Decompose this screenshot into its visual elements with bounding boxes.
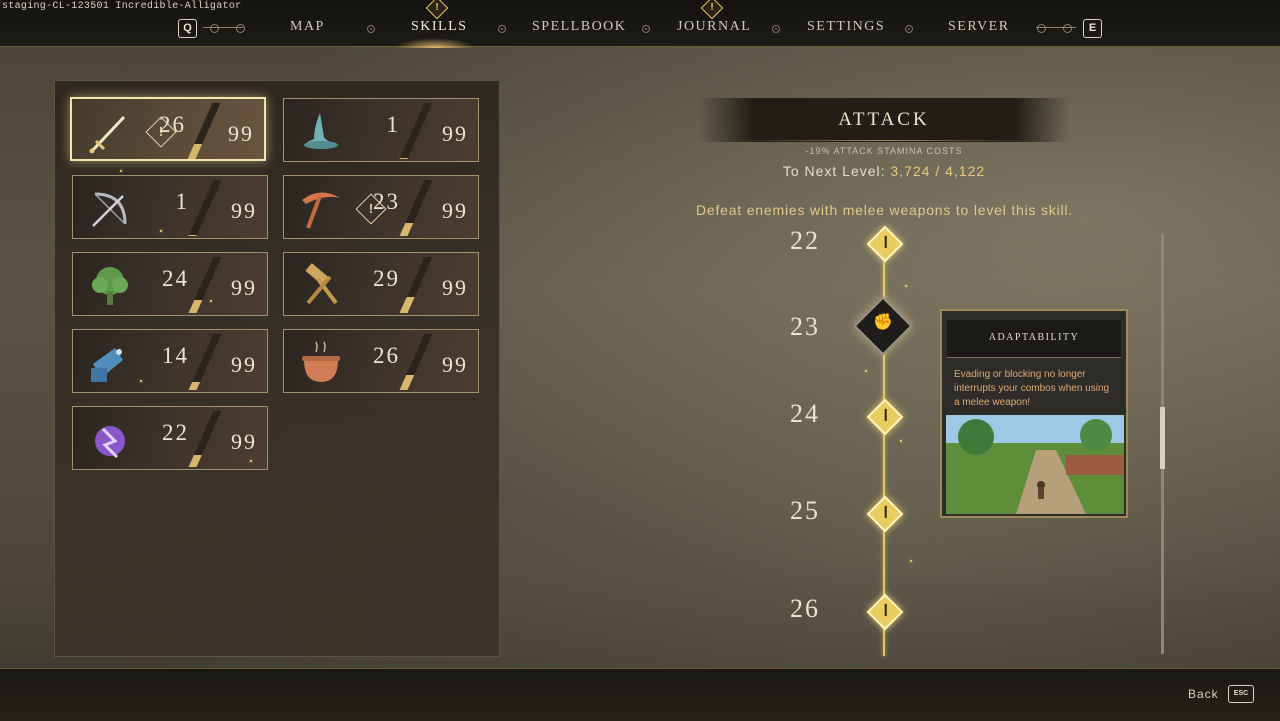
- next-level-label: To Next Level:: [782, 163, 886, 179]
- nav-separator-icon: [642, 25, 650, 33]
- skill-progress-bar: [399, 180, 433, 236]
- next-tab-key[interactable]: E: [1083, 19, 1102, 38]
- tab-settings[interactable]: SETTINGS: [807, 19, 885, 35]
- wizard-hat-icon: [304, 113, 338, 149]
- sparkle: [250, 460, 252, 462]
- skill-tile-cooking[interactable]: 26 99: [283, 329, 479, 393]
- sparkle: [905, 285, 907, 287]
- back-button[interactable]: Back: [1188, 687, 1219, 701]
- skill-level: 26: [373, 343, 400, 368]
- sparkle: [865, 370, 867, 372]
- tooltip-preview-image: [946, 415, 1124, 514]
- next-level-readout: To Next Level: 3,724 / 4,122: [698, 163, 1070, 179]
- scrollbar-thumb[interactable]: [1160, 407, 1165, 469]
- sparkle: [910, 560, 912, 562]
- skill-level: 1: [386, 112, 400, 137]
- skill-max-level: 99: [442, 198, 468, 223]
- skill-max-level: 99: [231, 352, 257, 377]
- bottom-bar: [0, 668, 1280, 721]
- skill-progress-bar: [188, 334, 222, 390]
- tab-map[interactable]: MAP: [290, 19, 325, 35]
- skill-progress-bar: [187, 103, 221, 159]
- sparkle: [210, 300, 212, 302]
- nav-separator-icon: [772, 25, 780, 33]
- level-number: 22: [790, 226, 820, 255]
- skill-level: 22: [162, 420, 189, 445]
- hammer-icon: [305, 263, 338, 305]
- rune-icon: [95, 426, 125, 459]
- skill-progress-bar: [188, 180, 222, 236]
- next-level-value: 3,724 / 4,122: [890, 163, 986, 179]
- nav-separator-icon: [367, 25, 375, 33]
- tree-icon: [92, 267, 128, 305]
- sparkle: [160, 230, 162, 232]
- prev-tab-key[interactable]: Q: [178, 19, 197, 38]
- skill-level: 24: [162, 266, 189, 291]
- skill-tile-mining[interactable]: ! 23 99: [283, 175, 479, 239]
- pickaxe-icon: [302, 192, 340, 229]
- skill-progress-bar: [399, 257, 433, 313]
- skill-max-level: 99: [442, 121, 468, 146]
- skill-tile-foraging[interactable]: 24 99: [72, 252, 268, 316]
- sparkle: [900, 440, 902, 442]
- sword-icon: [89, 115, 126, 154]
- skill-max-level: 99: [231, 275, 257, 300]
- skill-progress-bar: [188, 411, 222, 467]
- skill-max-level: 99: [442, 275, 468, 300]
- skill-tile-smithing[interactable]: 29 99: [283, 252, 479, 316]
- level-number: 25: [790, 496, 820, 525]
- skill-level: 1: [175, 189, 189, 214]
- fist-icon: ✊: [873, 314, 893, 332]
- sparkle: [120, 170, 122, 172]
- skill-max-level: 99: [442, 352, 468, 377]
- skills-alert-icon: !: [425, 0, 449, 20]
- skill-progress-bar: [399, 103, 433, 159]
- nav-right-dot-icon: [1063, 24, 1072, 33]
- skill-progress-bar: [399, 334, 433, 390]
- skill-tile-magic[interactable]: 1 99: [283, 98, 479, 162]
- skill-max-level: 99: [231, 429, 257, 454]
- nav-left-dot-icon: [210, 24, 219, 33]
- active-tab-glow: [395, 38, 475, 48]
- nav-left-dot-icon: [236, 24, 245, 33]
- saw-icon: [91, 348, 123, 382]
- skill-level: 23: [373, 189, 400, 214]
- nav-separator-icon: [905, 25, 913, 33]
- tab-spellbook[interactable]: SPELLBOOK: [532, 19, 626, 35]
- build-label: staging-CL-123501 Incredible-Alligator: [2, 1, 242, 12]
- skill-tile-crafting[interactable]: 14 99: [72, 329, 268, 393]
- tab-server[interactable]: SERVER: [948, 19, 1010, 35]
- tooltip-description: Evading or blocking no longer interrupts…: [954, 369, 1110, 408]
- tooltip-header: ADAPTABILITY: [947, 320, 1121, 358]
- level-number: 24: [790, 399, 820, 428]
- perk-tooltip: ADAPTABILITY Evading or blocking no long…: [940, 309, 1128, 518]
- skill-tile-attack[interactable]: ! 26 99: [70, 97, 266, 161]
- journal-alert-icon: !: [700, 0, 724, 20]
- title-divider: [735, 140, 1035, 141]
- tab-skills[interactable]: SKILLS: [411, 19, 467, 35]
- tooltip-title: ADAPTABILITY: [988, 332, 1080, 343]
- skill-progress-bar: [188, 257, 222, 313]
- bow-icon: [92, 192, 127, 227]
- skill-bonus: -19% ATTACK STAMINA COSTS: [805, 146, 963, 156]
- skill-max-level: 99: [228, 121, 254, 146]
- skill-title: ATTACK: [838, 109, 930, 130]
- level-number: 23: [790, 312, 820, 341]
- cauldron-icon: [302, 341, 340, 382]
- nav-right-dot-icon: [1037, 24, 1046, 33]
- nav-separator-icon: [498, 25, 506, 33]
- skill-description: Defeat enemies with melee weapons to lev…: [695, 202, 1074, 218]
- skill-level: 29: [373, 266, 400, 291]
- level-number: 26: [790, 594, 820, 623]
- skill-level: 14: [162, 343, 189, 368]
- skill-level: 26: [159, 112, 186, 137]
- sparkle: [140, 380, 142, 382]
- skill-tile-enchanting[interactable]: 22 99: [72, 406, 268, 470]
- skill-max-level: 99: [231, 198, 257, 223]
- esc-key-icon[interactable]: ESC: [1228, 685, 1254, 703]
- skill-tile-archery[interactable]: 1 99: [72, 175, 268, 239]
- tab-journal[interactable]: JOURNAL: [677, 19, 751, 35]
